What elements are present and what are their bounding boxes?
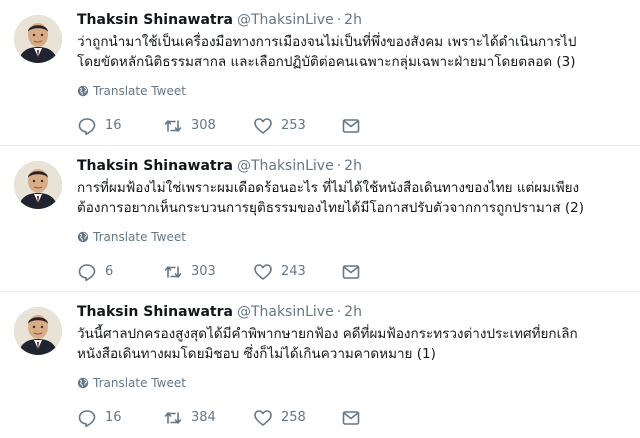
author-handle[interactable]: @ThaksinLive (237, 304, 334, 320)
author-handle[interactable]: @ThaksinLive (237, 158, 334, 174)
avatar-image (14, 15, 62, 63)
retweet-count: 303 (191, 264, 216, 279)
reply-count: 6 (105, 264, 114, 279)
avatar[interactable] (14, 161, 62, 209)
author-name[interactable]: Thaksin Shinawatra (77, 158, 233, 174)
tweet-actions: 6 303 243 (77, 262, 377, 282)
heart-icon (254, 264, 272, 280)
translate-label: Translate Tweet (93, 84, 186, 98)
tweet[interactable]: Thaksin Shinawatra @ThaksinLive · 2h การที่… (0, 146, 640, 292)
author-name[interactable]: Thaksin Shinawatra (77, 12, 233, 28)
tweet[interactable]: Thaksin Shinawatra @ThaksinLive · 2h วันนี้… (0, 292, 640, 438)
tweet-text-line: ต้องการอยากเห็นกระบวนการยุติธรรมของไทยได… (77, 200, 584, 216)
reply-button[interactable]: 16 (77, 408, 122, 428)
like-button[interactable]: 258 (253, 408, 306, 428)
retweet-icon (164, 266, 182, 278)
tweet-timestamp[interactable]: 2h (344, 304, 362, 320)
globe-icon (77, 377, 89, 389)
tweet-text-line: การที่ผมฟ้องไม่ใช่เพราะผมเดือดร้อนอะไร ท… (77, 180, 580, 196)
tweet-text-line: ว่าถูกนำมาใช้เป็นเครื่องมือทางการเมืองจน… (77, 34, 577, 50)
tweet-text-line: โดยขัดหลักนิติธรรมสากล และเลือกปฏิบัติต่… (77, 54, 576, 70)
author-name[interactable]: Thaksin Shinawatra (77, 304, 233, 320)
like-count: 258 (281, 410, 306, 425)
tweet-timestamp[interactable]: 2h (344, 158, 362, 174)
like-count: 243 (281, 264, 306, 279)
retweet-button[interactable]: 303 (163, 262, 216, 282)
header-separator: · (336, 158, 342, 174)
direct-message-button[interactable] (341, 262, 361, 282)
like-button[interactable]: 243 (253, 262, 306, 282)
translate-tweet-link[interactable]: Translate Tweet (77, 228, 186, 246)
retweet-button[interactable]: 308 (163, 116, 216, 136)
translate-label: Translate Tweet (93, 376, 186, 390)
tweet-text: การที่ผมฟ้องไม่ใช่เพราะผมเดือดร้อนอะไร ท… (77, 178, 635, 218)
envelope-icon (342, 265, 360, 279)
tweet-text: วันนี้ศาลปกครองสูงสุดได้มีคำพิพากษายกฟ้อ… (77, 324, 635, 364)
tweet-actions: 16 308 253 (77, 116, 377, 136)
translate-tweet-link[interactable]: Translate Tweet (77, 374, 186, 392)
avatar[interactable] (14, 15, 62, 63)
tweet-header: Thaksin Shinawatra @ThaksinLive · 2h (77, 302, 362, 322)
author-handle[interactable]: @ThaksinLive (237, 12, 334, 28)
avatar-image (14, 161, 62, 209)
retweet-count: 308 (191, 118, 216, 133)
reply-count: 16 (105, 118, 122, 133)
like-count: 253 (281, 118, 306, 133)
reply-count: 16 (105, 410, 122, 425)
avatar[interactable] (14, 307, 62, 355)
retweet-icon (164, 120, 182, 132)
tweet-header: Thaksin Shinawatra @ThaksinLive · 2h (77, 10, 362, 30)
heart-icon (254, 118, 272, 134)
tweet-text-line: หนังสือเดินทางผมโดยมิชอบ ซึ่งก็ไม่ได้เกิ… (77, 346, 436, 362)
globe-icon (77, 85, 89, 97)
retweet-button[interactable]: 384 (163, 408, 216, 428)
reply-button[interactable]: 16 (77, 116, 122, 136)
retweet-icon (164, 412, 182, 424)
tweet-feed: Thaksin Shinawatra @ThaksinLive · 2h ว่าถูก… (0, 0, 640, 438)
direct-message-button[interactable] (341, 408, 361, 428)
tweet-text: ว่าถูกนำมาใช้เป็นเครื่องมือทางการเมืองจน… (77, 32, 635, 72)
translate-tweet-link[interactable]: Translate Tweet (77, 82, 186, 100)
envelope-icon (342, 119, 360, 133)
reply-icon (78, 410, 96, 428)
tweet-header: Thaksin Shinawatra @ThaksinLive · 2h (77, 156, 362, 176)
direct-message-button[interactable] (341, 116, 361, 136)
tweet-timestamp[interactable]: 2h (344, 12, 362, 28)
reply-icon (78, 264, 96, 282)
reply-button[interactable]: 6 (77, 262, 113, 282)
tweet-text-line: วันนี้ศาลปกครองสูงสุดได้มีคำพิพากษายกฟ้อ… (77, 326, 578, 342)
globe-icon (77, 231, 89, 243)
envelope-icon (342, 411, 360, 425)
translate-label: Translate Tweet (93, 230, 186, 244)
header-separator: · (336, 12, 342, 28)
avatar-image (14, 307, 62, 355)
tweet[interactable]: Thaksin Shinawatra @ThaksinLive · 2h ว่าถูก… (0, 0, 640, 146)
reply-icon (78, 118, 96, 136)
tweet-actions: 16 384 258 (77, 408, 377, 428)
retweet-count: 384 (191, 410, 216, 425)
heart-icon (254, 410, 272, 426)
like-button[interactable]: 253 (253, 116, 306, 136)
header-separator: · (336, 304, 342, 320)
